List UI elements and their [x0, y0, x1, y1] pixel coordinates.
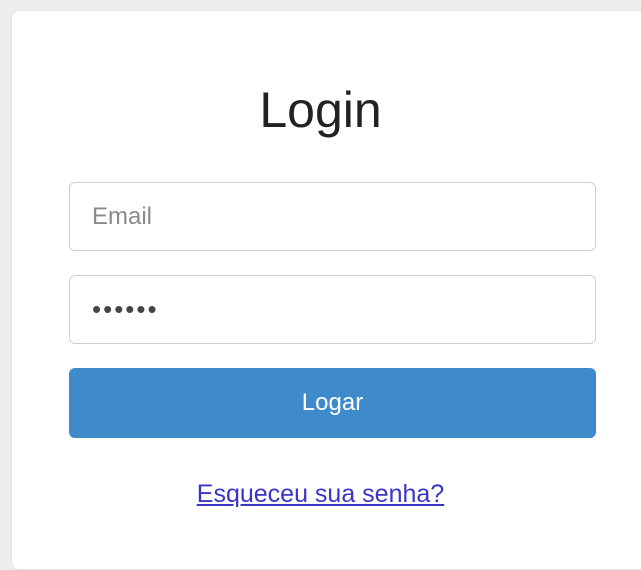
login-button[interactable]: Logar: [69, 368, 596, 438]
page-title: Login: [259, 82, 382, 138]
forgot-password-link[interactable]: Esqueceu sua senha?: [197, 480, 444, 508]
password-field[interactable]: [69, 275, 596, 344]
forgot-password-container: Esqueceu sua senha?: [0, 480, 641, 509]
email-field[interactable]: [69, 182, 596, 251]
